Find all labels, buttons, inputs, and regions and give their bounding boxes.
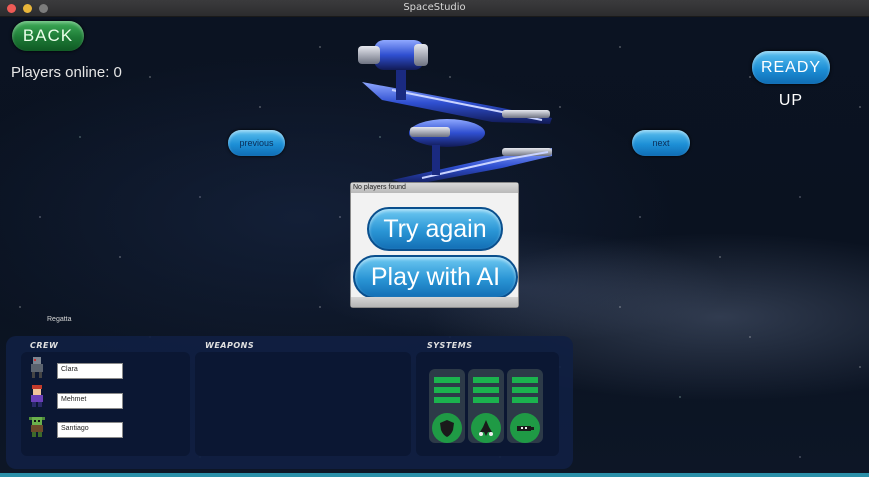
power-bar (512, 377, 538, 383)
crew-header: CREW (30, 341, 59, 350)
crew-name-input[interactable]: Santiago (57, 422, 123, 438)
dialog-footer (351, 297, 518, 307)
ship-name-label: Regatta (47, 316, 72, 323)
previous-ship-button[interactable]: previous (228, 130, 285, 156)
try-again-button[interactable]: Try again (367, 207, 503, 251)
systems-header: SYSTEMS (427, 341, 473, 350)
back-button[interactable]: BACK (12, 21, 84, 51)
engine-system-slot[interactable] (468, 369, 504, 443)
no-players-dialog: No players found Try again Play with AI (350, 182, 519, 308)
players-online-label: Players online: 0 (11, 64, 122, 81)
power-bar (512, 387, 538, 393)
power-bar (473, 397, 499, 403)
dialog-title: No players found (351, 183, 518, 193)
weapons-section (195, 352, 411, 456)
crew-name-input[interactable]: Mehmet (57, 393, 123, 409)
power-bar (473, 377, 499, 383)
weapons-system-slot[interactable] (507, 369, 543, 443)
power-bar (434, 397, 460, 403)
robot-crew-icon (31, 357, 43, 378)
power-bar (434, 387, 460, 393)
crew-name-input[interactable]: Clara (57, 363, 123, 379)
window-bottom-edge (0, 473, 869, 477)
spaceship-image (358, 40, 552, 185)
power-bar (473, 387, 499, 393)
weapons-header: WEAPONS (205, 341, 255, 350)
shield-system-slot[interactable] (429, 369, 465, 443)
human-crew-icon (31, 385, 43, 407)
ready-up-button[interactable]: READY UP (752, 51, 830, 109)
shield-icon (432, 413, 462, 443)
play-with-ai-button[interactable]: Play with AI (353, 255, 518, 299)
weapons-system-icon (510, 413, 540, 443)
power-bar (512, 397, 538, 403)
power-bar (434, 377, 460, 383)
title-bar: SpaceStudio (0, 0, 869, 17)
window-title: SpaceStudio (403, 2, 466, 13)
next-ship-button[interactable]: next (632, 130, 690, 156)
engine-icon (471, 413, 501, 443)
alien-crew-icon (29, 417, 45, 437)
